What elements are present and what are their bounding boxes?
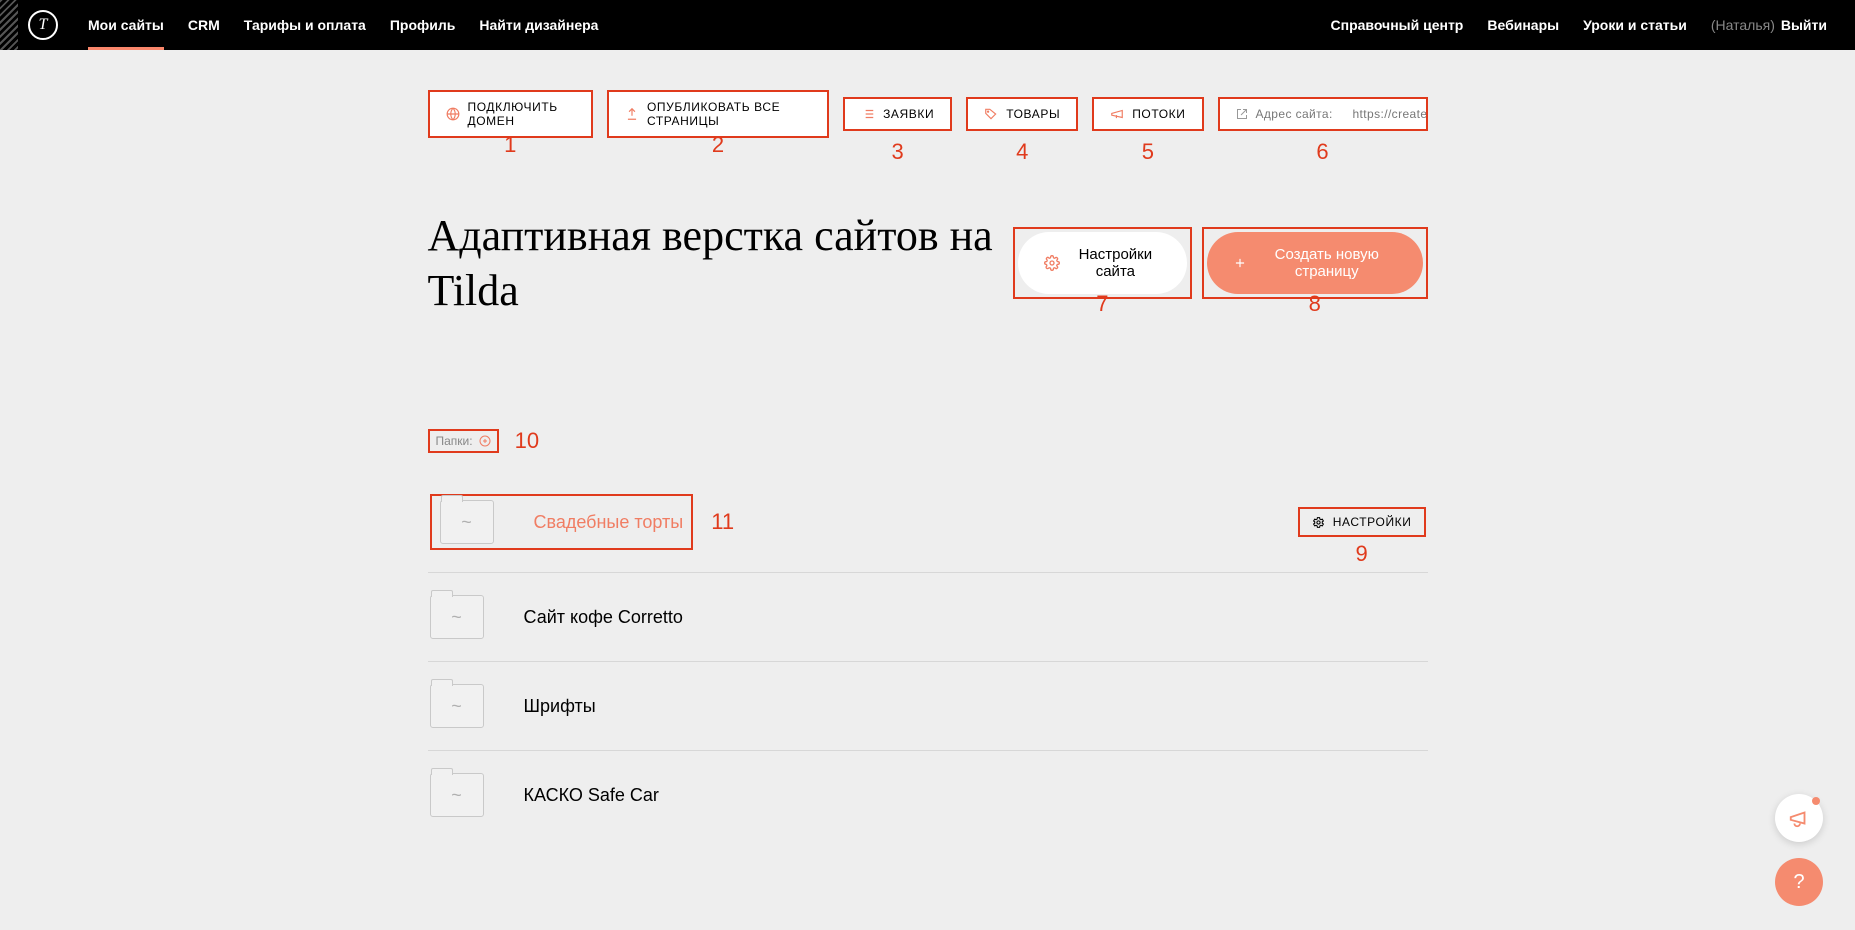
annotation-5: 5: [1142, 139, 1154, 165]
annotation-6: 6: [1316, 139, 1328, 165]
gear-icon: [1312, 516, 1325, 529]
annotation-3: 3: [892, 139, 904, 165]
plus-icon: [1233, 256, 1247, 270]
tag-icon: [984, 107, 998, 121]
nav-my-sites[interactable]: Мои сайты: [88, 1, 164, 49]
annotation-1: 1: [504, 132, 516, 158]
nav-tariffs[interactable]: Тарифы и оплата: [244, 1, 366, 49]
folder-icon: ~: [430, 595, 484, 639]
nav-webinars[interactable]: Вебинары: [1487, 1, 1559, 49]
plus-circle-icon: [479, 435, 491, 447]
nav-right: Справочный центр Вебинары Уроки и статьи…: [1331, 1, 1827, 49]
question-icon: ?: [1793, 871, 1804, 894]
annotation-box-11: ~ Свадебные торты: [430, 494, 694, 550]
list-plus-icon: [861, 107, 875, 121]
nav-left: Мои сайты CRM Тарифы и оплата Профиль На…: [88, 1, 598, 49]
site-settings-label: Настройки сайта: [1070, 246, 1161, 280]
products-label: ТОВАРЫ: [1006, 107, 1060, 121]
annotation-2: 2: [712, 132, 724, 158]
annotation-11: 11: [711, 509, 734, 535]
site-settings-button[interactable]: Настройки сайта: [1018, 232, 1187, 294]
annotation-10: 10: [515, 428, 539, 454]
connect-domain-label: ПОДКЛЮЧИТЬ ДОМЕН: [468, 100, 575, 128]
leads-button[interactable]: ЗАЯВКИ: [843, 97, 952, 131]
folder-list: ~ Свадебные торты 11 НАСТРОЙКИ 9 ~ Сайт …: [428, 472, 1428, 839]
folder-name[interactable]: Сайт кофе Corretto: [524, 607, 683, 628]
add-folder-button[interactable]: Папки:: [428, 429, 499, 453]
annotation-7: 7: [1096, 291, 1108, 317]
site-url-value: https://create-si…: [1352, 107, 1427, 121]
top-header: T Мои сайты CRM Тарифы и оплата Профиль …: [0, 0, 1855, 50]
folder-row[interactable]: ~ Шрифты: [428, 662, 1428, 751]
annotation-4: 4: [1016, 139, 1028, 165]
nav-crm[interactable]: CRM: [188, 1, 220, 49]
gear-icon: [1044, 255, 1060, 271]
title-row: Адаптивная верстка сайтов на Tilda Настр…: [428, 208, 1428, 318]
floating-buttons: ?: [1775, 794, 1823, 906]
folder-row-active[interactable]: ~ Свадебные торты 11 НАСТРОЙКИ 9: [428, 472, 1428, 573]
folders-label: Папки:: [436, 434, 473, 448]
create-page-button[interactable]: Создать новую страницу: [1207, 232, 1422, 294]
folder-name[interactable]: Свадебные торты: [534, 512, 684, 533]
folder-icon: ~: [430, 773, 484, 817]
nav-find-designer[interactable]: Найти дизайнера: [479, 1, 598, 49]
publish-all-label: ОПУБЛИКОВАТЬ ВСЕ СТРАНИЦЫ: [647, 100, 811, 128]
folder-icon: ~: [430, 684, 484, 728]
megaphone-icon: [1788, 807, 1810, 829]
external-link-icon: [1236, 107, 1248, 121]
leads-label: ЗАЯВКИ: [883, 107, 934, 121]
nav-help-center[interactable]: Справочный центр: [1331, 1, 1464, 49]
nav-lessons[interactable]: Уроки и статьи: [1583, 1, 1687, 49]
nav-profile[interactable]: Профиль: [390, 1, 456, 49]
main-container: ПОДКЛЮЧИТЬ ДОМЕН 1 ОПУБЛИКОВАТЬ ВСЕ СТРА…: [428, 90, 1428, 839]
logo[interactable]: T: [28, 10, 58, 40]
folder-settings-label: НАСТРОЙКИ: [1333, 515, 1412, 529]
action-bar: ПОДКЛЮЧИТЬ ДОМЕН 1 ОПУБЛИКОВАТЬ ВСЕ СТРА…: [428, 90, 1428, 138]
annotation-8: 8: [1309, 291, 1321, 317]
help-button[interactable]: ?: [1775, 858, 1823, 906]
folders-label-row: Папки: 10: [428, 428, 1428, 454]
create-page-label: Создать новую страницу: [1257, 246, 1396, 280]
site-title: Адаптивная верстка сайтов на Tilda: [428, 208, 1013, 318]
megaphone-icon: [1110, 107, 1124, 121]
folder-settings-button[interactable]: НАСТРОЙКИ: [1298, 507, 1426, 537]
site-url-prefix: Адрес сайта:: [1256, 107, 1333, 121]
folder-name[interactable]: Шрифты: [524, 696, 596, 717]
streams-label: ПОТОКИ: [1132, 107, 1185, 121]
logout-link[interactable]: Выйти: [1781, 17, 1827, 33]
publish-all-button[interactable]: ОПУБЛИКОВАТЬ ВСЕ СТРАНИЦЫ: [607, 90, 829, 138]
folder-icon: ~: [440, 500, 494, 544]
streams-button[interactable]: ПОТОКИ: [1092, 97, 1203, 131]
user-name: (Наталья): [1711, 17, 1775, 33]
annotation-9: 9: [1356, 541, 1368, 567]
products-button[interactable]: ТОВАРЫ: [966, 97, 1078, 131]
folder-name[interactable]: КАСКО Safe Car: [524, 785, 659, 806]
logo-glyph: T: [39, 16, 48, 34]
site-url-link[interactable]: Адрес сайта: https://create-si…: [1218, 97, 1428, 131]
upload-icon: [625, 107, 639, 121]
folder-row[interactable]: ~ Сайт кофе Corretto: [428, 573, 1428, 662]
globe-icon: [446, 107, 460, 121]
connect-domain-button[interactable]: ПОДКЛЮЧИТЬ ДОМЕН: [428, 90, 593, 138]
folder-row[interactable]: ~ КАСКО Safe Car: [428, 751, 1428, 839]
announcements-button[interactable]: [1775, 794, 1823, 842]
header-pattern: [0, 0, 18, 50]
